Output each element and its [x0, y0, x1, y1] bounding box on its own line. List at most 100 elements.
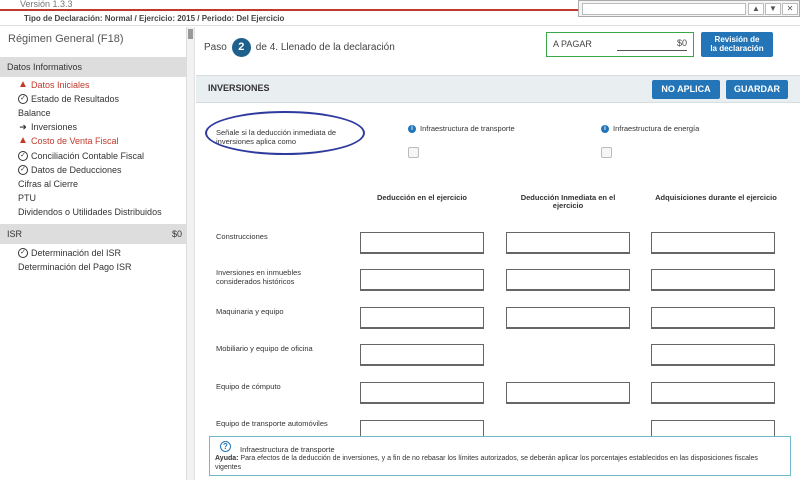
- section-label: ISR: [7, 229, 23, 239]
- find-bar: ▲ ▼ ✕: [578, 0, 800, 17]
- sidebar-item-label: Inversiones: [31, 122, 78, 132]
- computo-deduccion-input[interactable]: [360, 382, 484, 404]
- sidebar-item-label: Datos Iniciales: [31, 80, 90, 90]
- help-title: Infraestructura de transporte: [240, 445, 335, 454]
- sidebar-item-conciliacion[interactable]: ✓ Conciliación Contable Fiscal: [18, 151, 144, 161]
- mobiliario-adquisiciones-input[interactable]: [651, 344, 775, 366]
- section-label: Datos Informativos: [7, 62, 83, 72]
- computo-adquisiciones-input[interactable]: [651, 382, 775, 404]
- a-pagar-value: $0: [676, 38, 687, 48]
- row-label: Maquinaria y equipo: [216, 307, 284, 316]
- maquinaria-inmediata-input[interactable]: [506, 307, 630, 329]
- sidebar-item-label: Determinación del Pago ISR: [18, 262, 132, 272]
- step-suffix: de 4. Llenado de la declaración: [255, 42, 395, 53]
- sidebar-item-label: Dividendos o Utilidades Distribuidos: [18, 207, 162, 217]
- inmuebles-deduccion-input[interactable]: [360, 269, 484, 291]
- inmuebles-adquisiciones-input[interactable]: [651, 269, 775, 291]
- sidebar-item-label: Cifras al Cierre: [18, 179, 79, 189]
- construcciones-inmediata-input[interactable]: [506, 232, 630, 254]
- help-body: Ayuda: Para efectos de la deducción de i…: [215, 454, 785, 472]
- sidebar-item-estado-resultados[interactable]: ✓ Estado de Resultados: [18, 94, 119, 104]
- row-label: Mobiliario y equipo de oficina: [216, 344, 313, 353]
- option-label: Infraestructura de transporte: [420, 124, 515, 133]
- check-circle-icon: ✓: [18, 165, 28, 175]
- sidebar-scrollbar[interactable]: [187, 27, 195, 480]
- help-box: ? Infraestructura de transporte Ayuda: P…: [209, 436, 791, 476]
- construcciones-deduccion-input[interactable]: [360, 232, 484, 254]
- help-prefix: Ayuda:: [215, 455, 239, 462]
- sidebar-item-ptu[interactable]: PTU: [18, 193, 36, 203]
- section-datos-informativos[interactable]: Datos Informativos: [0, 57, 187, 77]
- sidebar-item-cifras-cierre[interactable]: Cifras al Cierre: [18, 179, 78, 189]
- sidebar-item-dividendos[interactable]: Dividendos o Utilidades Distribuidos: [18, 207, 162, 217]
- option-transporte: i Infraestructura de transporte: [408, 124, 515, 133]
- sidebar-item-costo-venta[interactable]: ▲ Costo de Venta Fiscal: [18, 135, 119, 147]
- sidebar-title: Régimen General (F18): [8, 33, 124, 45]
- no-aplica-button[interactable]: NO APLICA: [652, 80, 720, 99]
- revision-declaracion-button[interactable]: Revisión de la declaración: [701, 32, 773, 57]
- check-circle-icon: ✓: [18, 248, 28, 258]
- guardar-button[interactable]: GUARDAR: [726, 80, 788, 99]
- check-circle-icon: ✓: [18, 151, 28, 161]
- sidebar-item-label: PTU: [18, 193, 36, 203]
- step-number: 2: [231, 38, 251, 57]
- help-question-icon: ?: [220, 441, 231, 452]
- highlight-oval: [205, 111, 365, 155]
- warning-icon: ▲: [18, 135, 28, 146]
- column-header: Deducción Inmediata en el ejercicio: [520, 193, 616, 210]
- warning-icon: ▲: [18, 79, 28, 90]
- row-label: Inversiones en inmuebles considerados hi…: [216, 268, 302, 286]
- a-pagar-box: A PAGAR $0: [546, 32, 694, 57]
- sidebar-item-balance[interactable]: Balance: [18, 108, 51, 118]
- sidebar-item-determinacion-isr[interactable]: ✓ Determinación del ISR: [18, 248, 121, 258]
- info-icon[interactable]: i: [601, 124, 609, 133]
- button-label-line: la declaración: [710, 44, 764, 53]
- sidebar-item-deducciones[interactable]: ✓ Datos de Deducciones: [18, 165, 122, 175]
- sidebar: Régimen General (F18) Datos Informativos…: [0, 27, 187, 480]
- column-header: Adquisiciones durante el ejercicio: [655, 193, 777, 202]
- sidebar-item-label: Balance: [18, 108, 51, 118]
- sidebar-item-label: Conciliación Contable Fiscal: [31, 151, 145, 161]
- a-pagar-underline: [617, 50, 687, 51]
- section-header: INVERSIONES NO APLICA GUARDAR: [196, 75, 800, 103]
- top-red-line: [0, 9, 578, 11]
- section-amount: $0: [171, 229, 182, 239]
- check-circle-icon: ✓: [18, 94, 28, 104]
- checkbox-energia[interactable]: [601, 147, 612, 158]
- arrow-right-icon: ➜: [19, 122, 27, 132]
- top-bar: Versión 1.3.3 Tipo de Declaración: Norma…: [0, 0, 800, 26]
- version-label: Versión 1.3.3: [20, 0, 73, 9]
- sidebar-item-label: Estado de Resultados: [31, 94, 120, 104]
- sidebar-item-label: Determinación del ISR: [31, 248, 122, 258]
- inmuebles-inmediata-input[interactable]: [506, 269, 630, 291]
- sidebar-item-determinacion-pago-isr[interactable]: Determinación del Pago ISR: [18, 262, 132, 272]
- step-prefix: Paso: [204, 42, 227, 53]
- column-header: Deducción en el ejercicio: [376, 193, 468, 202]
- find-down-icon[interactable]: ▼: [765, 3, 781, 15]
- a-pagar-label: A PAGAR: [553, 39, 592, 49]
- main-panel: Paso 2 de 4. Llenado de la declaración A…: [196, 27, 800, 480]
- row-label: Equipo de cómputo: [216, 382, 281, 391]
- row-label: Equipo de transporte automóviles: [216, 419, 328, 428]
- checkbox-transporte[interactable]: [408, 147, 419, 158]
- computo-inmediata-input[interactable]: [506, 382, 630, 404]
- maquinaria-adquisiciones-input[interactable]: [651, 307, 775, 329]
- sidebar-item-datos-iniciales[interactable]: ▲ Datos Iniciales: [18, 79, 90, 91]
- section-isr[interactable]: ISR $0: [0, 224, 187, 244]
- sidebar-item-label: Datos de Deducciones: [31, 165, 122, 175]
- section-title: INVERSIONES: [208, 83, 270, 93]
- construcciones-adquisiciones-input[interactable]: [651, 232, 775, 254]
- find-input[interactable]: [582, 3, 746, 15]
- option-energia: i Infraestructura de energía: [601, 124, 699, 133]
- step-indicator: Paso 2 de 4. Llenado de la declaración: [204, 38, 395, 57]
- option-label: Infraestructura de energía: [613, 124, 700, 133]
- sidebar-item-inversiones[interactable]: ➜ Inversiones: [18, 122, 77, 132]
- row-label: Construcciones: [216, 232, 268, 241]
- info-icon[interactable]: i: [408, 124, 416, 133]
- maquinaria-deduccion-input[interactable]: [360, 307, 484, 329]
- scrollbar-thumb[interactable]: [188, 29, 193, 39]
- mobiliario-deduccion-input[interactable]: [360, 344, 484, 366]
- button-label-line: Revisión de: [714, 35, 760, 44]
- find-close-icon[interactable]: ✕: [782, 3, 798, 15]
- find-up-icon[interactable]: ▲: [748, 3, 764, 15]
